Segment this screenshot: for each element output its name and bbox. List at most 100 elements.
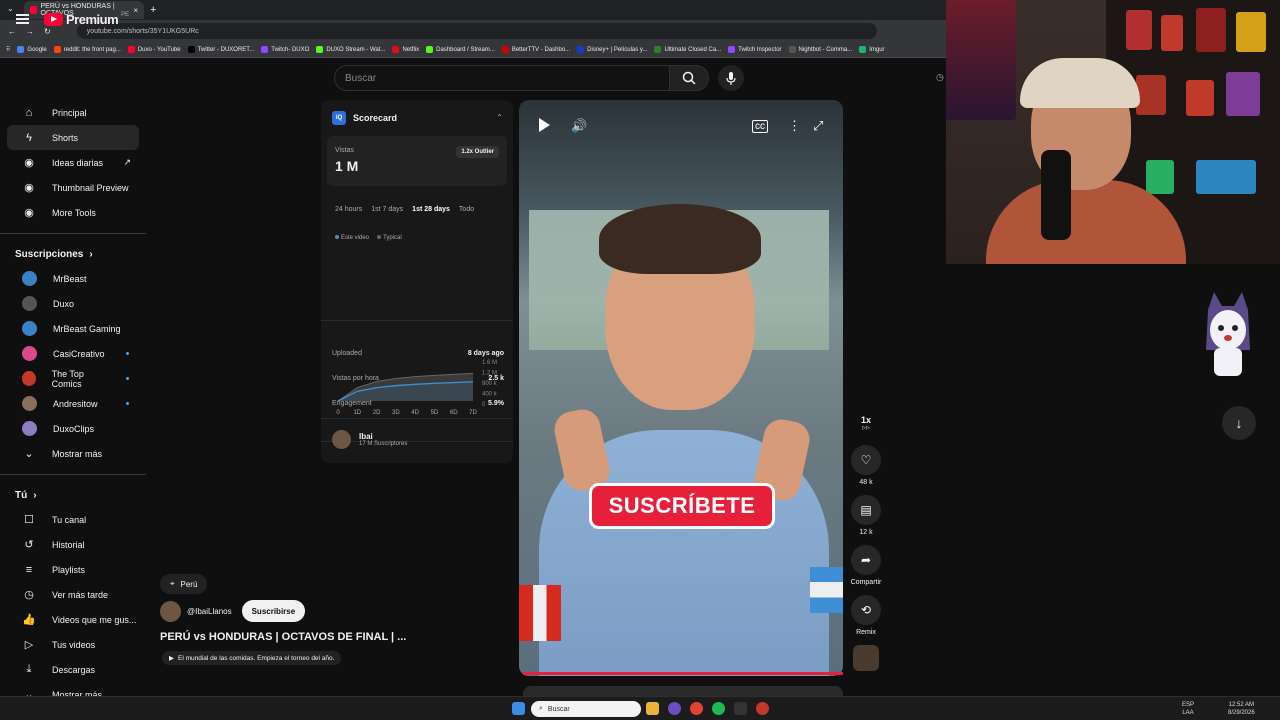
sidebar-item-shorts[interactable]: ϟ Shorts [7, 125, 139, 150]
audio-channel-thumbnail[interactable] [853, 645, 879, 671]
share-icon: ➦ [860, 553, 872, 567]
bookmark-item[interactable]: Disney+ | Películas y... [577, 46, 647, 53]
sidebar-item-ideas-diarias[interactable]: ◉ Ideas diarias ↗ [7, 150, 139, 175]
sidebar-item-history[interactable]: ↺ Historial [7, 532, 139, 557]
forward-icon[interactable]: → [26, 27, 34, 36]
bookmark-item[interactable]: reddit: the front pag... [53, 46, 121, 53]
scorecard-channel[interactable]: Ibai 17 M Suscriptores [332, 430, 407, 449]
channel-icon: ☐ [24, 514, 34, 526]
bookmark-item[interactable]: Nightbot - Comma... [788, 46, 852, 53]
sidebar-item-your-videos[interactable]: ▷ Tus videos [7, 632, 139, 657]
share-button[interactable]: ➦ [851, 545, 881, 575]
sidebar-item-thumbnail-preview[interactable]: ◉ Thumbnail Preview [7, 175, 139, 200]
subscription-item[interactable]: DuxoClips [7, 416, 139, 441]
tab-search-icon[interactable]: ⌄ [7, 4, 14, 13]
subscription-item[interactable]: CasiCreativo [7, 341, 139, 366]
subscription-item[interactable]: Duxo [7, 291, 139, 316]
back-icon[interactable]: ← [8, 27, 16, 36]
remix-button[interactable]: ⟲ [851, 595, 881, 625]
external-link-icon: ↗ [123, 157, 131, 167]
scorecard-header[interactable]: iQ Scorecard [332, 111, 397, 125]
like-button[interactable]: ♡ [851, 445, 881, 475]
range-tab[interactable]: 1st 7 days [371, 206, 403, 213]
bookmark-item[interactable]: Ultimate Closed Ca... [654, 46, 721, 53]
discord-icon[interactable] [668, 702, 681, 715]
subscription-item[interactable]: Andresitow [7, 391, 139, 416]
subscription-item[interactable]: The Top Comics [7, 366, 139, 391]
language-indicator[interactable]: ESP LAA [1182, 701, 1194, 717]
taskbar-search[interactable]: ⌕ Buscar [531, 701, 641, 717]
video-progress-bar[interactable] [523, 672, 843, 675]
bookmark-item[interactable]: DUXO Stream - Wat... [316, 46, 385, 53]
app-icon[interactable] [756, 702, 769, 715]
range-tab[interactable]: Todo [459, 206, 474, 213]
bookmark-item[interactable]: Google [17, 46, 47, 53]
sidebar-item-downloads[interactable]: ⤓ Descargas [7, 657, 139, 682]
you-header[interactable]: Tú › [0, 483, 146, 507]
volume-icon[interactable]: 🔊 [571, 118, 587, 134]
comments-button[interactable]: ▤ [851, 495, 881, 525]
bookmark-item[interactable]: Netflix [392, 46, 419, 53]
reload-icon[interactable]: ↻ [44, 27, 51, 36]
subscriptions-header[interactable]: Suscripciones › [0, 242, 146, 266]
bookmark-item[interactable]: Dashboard / Stream... [426, 46, 495, 53]
subscription-item[interactable]: MrBeast Gaming [7, 316, 139, 341]
sidebar-item-channel[interactable]: ☐ Tu canal [7, 507, 139, 532]
short-video-player[interactable] [519, 100, 843, 676]
bookmark-item[interactable]: Duxo - YouTube [127, 46, 181, 53]
start-icon[interactable] [512, 702, 525, 715]
subscription-item[interactable]: MrBeast [7, 266, 139, 291]
apps-icon[interactable]: ⠿ [6, 46, 10, 53]
voice-search-button[interactable] [718, 65, 744, 91]
terminal-icon[interactable] [734, 702, 747, 715]
sidebar-item-liked[interactable]: 👍 Videos que me gus... [7, 607, 139, 632]
clock[interactable]: 12:52 AM 8/29/2026 [1228, 701, 1255, 717]
location-chip[interactable]: ⌖ Perú [160, 574, 208, 594]
new-content-dot [126, 402, 129, 405]
sidebar-item-label: Ver más tarde [52, 589, 109, 600]
play-icon[interactable] [539, 118, 550, 132]
bookmark-label: Netflix [402, 46, 420, 53]
video-description[interactable]: ▶ El mundial de las comidas. Empieza el … [162, 651, 342, 665]
tab-close-icon[interactable]: × [133, 6, 138, 15]
speed-indicator[interactable]: 1x [861, 415, 871, 425]
webcam-overlay [946, 0, 1280, 264]
speed-icon: ▷▷ [862, 425, 870, 431]
more-options-icon[interactable]: ⋮ [788, 118, 801, 134]
menu-icon[interactable] [16, 14, 29, 24]
owner-handle[interactable]: @IbaiLlanos [187, 607, 232, 616]
youtube-premium-logo[interactable]: Premium PE [44, 12, 129, 27]
range-tab[interactable]: 24 hours [335, 206, 362, 213]
bookmark-favicon-icon [17, 46, 25, 53]
video-title[interactable]: PERÚ vs HONDURAS | OCTAVOS DE FINAL | ..… [160, 631, 406, 643]
bookmark-item[interactable]: Twitch Inspector [728, 46, 782, 53]
fullscreen-icon[interactable]: ⤢ [813, 118, 823, 134]
sidebar-item-more-tools[interactable]: ◉ More Tools [7, 200, 139, 225]
new-tab-button[interactable]: + [150, 4, 156, 16]
subscribe-button[interactable]: Suscribirse [241, 600, 306, 622]
next-short-preview[interactable] [523, 686, 843, 696]
bookmark-item[interactable]: Twitch- DUXO [261, 46, 309, 53]
url-field[interactable]: youtube.com/shorts/35Y1UKG5URc [76, 23, 877, 39]
search-input[interactable]: Buscar [334, 65, 670, 91]
sidebar-item-playlists[interactable]: ≡ Playlists [7, 557, 139, 582]
chrome-icon[interactable] [690, 702, 703, 715]
sidebar-item-show-more[interactable]: ⌄ Mostrar más [7, 682, 139, 696]
bookmark-label: Imgur [869, 46, 885, 53]
show-more-subscriptions[interactable]: ⌄ Mostrar más [7, 441, 139, 466]
sidebar-item-watch-later[interactable]: ◷ Ver más tarde [7, 582, 139, 607]
owner-avatar[interactable] [160, 600, 181, 622]
captions-icon[interactable]: cc [752, 120, 768, 133]
file-explorer-icon[interactable] [646, 702, 659, 715]
bookmark-item[interactable]: Imgur [859, 46, 885, 53]
bookmark-item[interactable]: Twitter - DUXORET... [187, 46, 254, 53]
sidebar-item-principal[interactable]: ⌂ Principal [7, 100, 139, 125]
search-button[interactable] [669, 65, 709, 91]
bookmark-item[interactable]: BetterTTV - Dashbo... [501, 46, 570, 53]
next-short-button[interactable]: ↓ [1222, 406, 1256, 440]
collapse-icon[interactable]: ⌃ [496, 113, 503, 122]
spotify-icon[interactable] [712, 702, 725, 715]
channel-name: Ibai [359, 432, 373, 441]
range-tab[interactable]: 1st 28 days [412, 206, 450, 213]
clock-icon[interactable]: ◷ [936, 72, 944, 83]
